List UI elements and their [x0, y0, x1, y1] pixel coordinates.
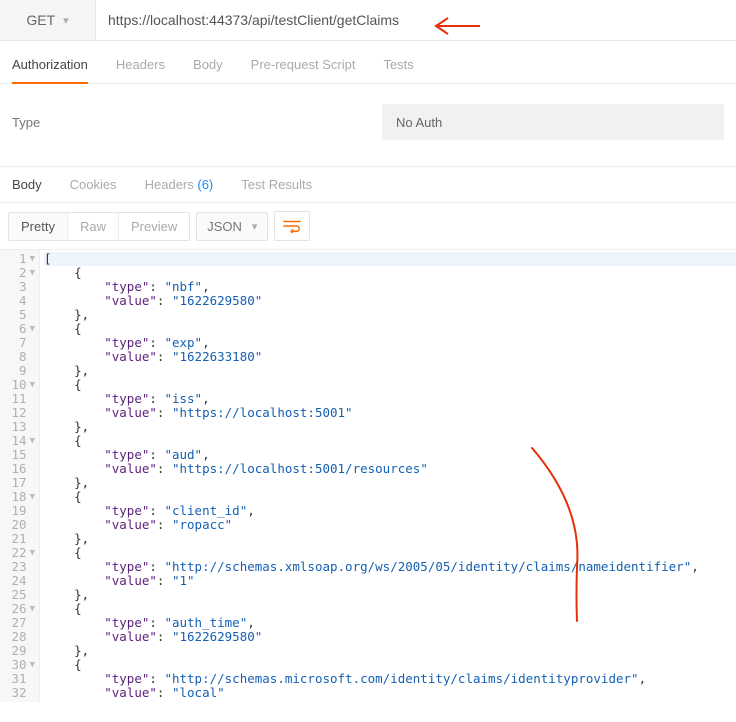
- gutter-line: 7: [0, 336, 35, 350]
- code-line: "value": "local": [44, 686, 736, 700]
- code-line: {: [44, 546, 736, 560]
- gutter-line: 31: [0, 672, 35, 686]
- code-line: "type": "client_id",: [44, 504, 736, 518]
- gutter-line: 13: [0, 420, 35, 434]
- gutter-line: 15: [0, 448, 35, 462]
- chevron-down-icon: ▾: [252, 220, 258, 233]
- gutter-line: 21: [0, 532, 35, 546]
- url-input[interactable]: [96, 0, 736, 40]
- gutter-line: 4: [0, 294, 35, 308]
- gutter-line: 14▼: [0, 434, 35, 448]
- code-line: "value": "https://localhost:5001/resourc…: [44, 462, 736, 476]
- gutter-line: 17: [0, 476, 35, 490]
- code-line: "type": "iss",: [44, 392, 736, 406]
- code-line: },: [44, 420, 736, 434]
- tab-headers-resp[interactable]: Headers (6): [145, 177, 214, 192]
- request-bar: GET ▾: [0, 0, 736, 41]
- gutter-line: 27: [0, 616, 35, 630]
- gutter-line: 32: [0, 686, 35, 700]
- code-line: },: [44, 308, 736, 322]
- http-method-dropdown[interactable]: GET ▾: [0, 0, 96, 40]
- code-line: },: [44, 644, 736, 658]
- code-line: "value": "1622629580": [44, 630, 736, 644]
- tab-tests-req[interactable]: Tests: [383, 51, 413, 83]
- code-line: {: [44, 266, 736, 280]
- gutter-line: 8: [0, 350, 35, 364]
- gutter-line: 29: [0, 644, 35, 658]
- code-line: },: [44, 364, 736, 378]
- gutter-line: 26▼: [0, 602, 35, 616]
- view-preview-button[interactable]: Preview: [119, 213, 189, 240]
- code-line: "type": "exp",: [44, 336, 736, 350]
- tab-authorization[interactable]: Authorization: [12, 51, 88, 84]
- gutter-line: 5: [0, 308, 35, 322]
- code-line: {: [44, 658, 736, 672]
- headers-label: Headers: [145, 177, 194, 192]
- code-line: {: [44, 602, 736, 616]
- gutter-line: 23: [0, 560, 35, 574]
- code-line: "value": "1": [44, 574, 736, 588]
- tab-cookies[interactable]: Cookies: [70, 177, 117, 192]
- auth-type-dropdown[interactable]: No Auth: [382, 104, 724, 140]
- gutter-line: 6▼: [0, 322, 35, 336]
- gutter-line: 30▼: [0, 658, 35, 672]
- gutter-line: 22▼: [0, 546, 35, 560]
- code-line: },: [44, 588, 736, 602]
- wrap-icon: [283, 219, 301, 233]
- code-line: {: [44, 434, 736, 448]
- gutter-line: 10▼: [0, 378, 35, 392]
- gutter-line: 16: [0, 462, 35, 476]
- http-method-label: GET: [26, 12, 55, 28]
- request-tabs: Authorization Headers Body Pre-request S…: [0, 41, 736, 84]
- auth-panel: Type No Auth: [0, 84, 736, 167]
- view-pretty-button[interactable]: Pretty: [9, 213, 68, 240]
- gutter-line: 1▼: [0, 252, 35, 266]
- format-label: JSON: [207, 219, 242, 234]
- code-line: "type": "http://schemas.xmlsoap.org/ws/2…: [44, 560, 736, 574]
- gutter-line: 19: [0, 504, 35, 518]
- code-line: "type": "aud",: [44, 448, 736, 462]
- gutter-line: 3: [0, 280, 35, 294]
- code-line: "type": "nbf",: [44, 280, 736, 294]
- gutter-line: 18▼: [0, 490, 35, 504]
- code-line: {: [44, 322, 736, 336]
- gutter-line: 24: [0, 574, 35, 588]
- tab-headers-req[interactable]: Headers: [116, 51, 165, 83]
- response-tabs: Body Cookies Headers (6) Test Results: [0, 167, 736, 203]
- gutter-line: 12: [0, 406, 35, 420]
- code-line: },: [44, 532, 736, 546]
- gutter-line: 9: [0, 364, 35, 378]
- code-line: {: [44, 490, 736, 504]
- tab-test-results[interactable]: Test Results: [241, 177, 312, 192]
- code-line: "value": "1622629580": [44, 294, 736, 308]
- line-wrap-button[interactable]: [274, 211, 310, 241]
- response-body[interactable]: [ { "type": "nbf", "value": "1622629580"…: [40, 250, 736, 702]
- auth-selected-value: No Auth: [396, 115, 442, 130]
- line-gutter: 1▼2▼3 4 5 6▼7 8 9 10▼11 12 13 14▼15 16 1…: [0, 250, 40, 702]
- format-dropdown[interactable]: JSON ▾: [196, 212, 268, 241]
- gutter-line: 2▼: [0, 266, 35, 280]
- gutter-line: 28: [0, 630, 35, 644]
- view-mode-group: Pretty Raw Preview: [8, 212, 190, 241]
- tab-prerequest[interactable]: Pre-request Script: [251, 51, 356, 83]
- gutter-line: 20: [0, 518, 35, 532]
- response-code-area: 1▼2▼3 4 5 6▼7 8 9 10▼11 12 13 14▼15 16 1…: [0, 250, 736, 702]
- code-line: "value": "https://localhost:5001": [44, 406, 736, 420]
- code-line: "type": "http://schemas.microsoft.com/id…: [44, 672, 736, 686]
- code-line: "type": "auth_time",: [44, 616, 736, 630]
- gutter-line: 25: [0, 588, 35, 602]
- gutter-line: 11: [0, 392, 35, 406]
- tab-body-req[interactable]: Body: [193, 51, 223, 83]
- code-line: [: [44, 252, 736, 266]
- code-line: },: [44, 476, 736, 490]
- code-line: "value": "1622633180": [44, 350, 736, 364]
- chevron-down-icon: ▾: [63, 14, 69, 27]
- auth-type-label: Type: [12, 115, 382, 130]
- response-toolbar: Pretty Raw Preview JSON ▾: [0, 203, 736, 250]
- code-line: "value": "ropacc": [44, 518, 736, 532]
- tab-body-resp[interactable]: Body: [12, 177, 42, 192]
- headers-count: (6): [197, 177, 213, 192]
- code-line: {: [44, 378, 736, 392]
- view-raw-button[interactable]: Raw: [68, 213, 119, 240]
